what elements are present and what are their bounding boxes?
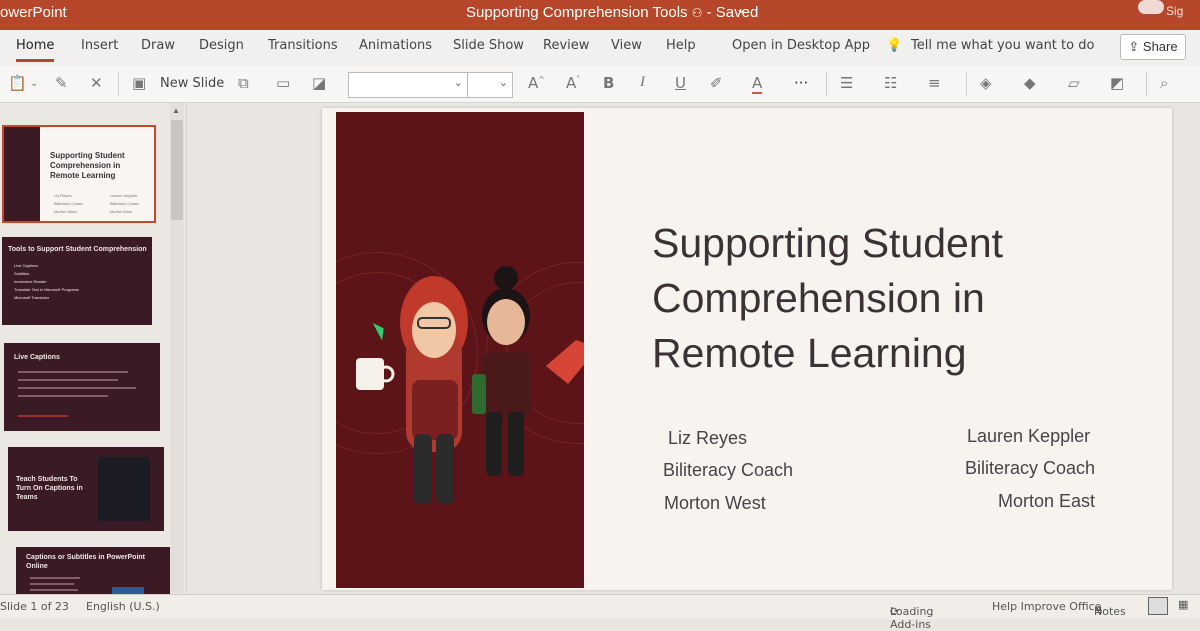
- text-line: [30, 589, 78, 591]
- font-name-select[interactable]: ⌄: [348, 72, 468, 98]
- bullets-icon[interactable]: ☰: [840, 74, 853, 92]
- thumbnail-title: Tools to Support Student Comprehension: [8, 246, 147, 253]
- thumbnail-title: Captions or Subtitles in PowerPoint Onli…: [26, 554, 146, 570]
- thumbnail-title: Supporting Student Comprehension in Remo…: [50, 151, 125, 180]
- thumbnail-image: [4, 127, 40, 221]
- underline-button[interactable]: U: [675, 74, 686, 92]
- document-title[interactable]: Supporting Comprehension Tools ⚇ - Saved: [466, 4, 758, 21]
- bold-button[interactable]: B: [603, 74, 614, 92]
- ribbon-toolbar: 📋 ⌄ ✎ ✕ ▣ New Slide ⧉ ▭ ◪ ⌄ ⌄ A^ A˅ B I …: [0, 66, 1200, 103]
- slide-thumbnail-2[interactable]: Tools to Support Student Comprehension L…: [2, 237, 152, 325]
- more-button[interactable]: ···: [794, 74, 808, 92]
- presenter-2-role[interactable]: Biliteracy Coach: [965, 458, 1095, 479]
- search-icon[interactable]: ⌕: [1160, 74, 1168, 92]
- new-slide-icon[interactable]: ▣: [132, 74, 146, 92]
- chevron-down-icon: ⌄: [498, 76, 508, 89]
- tab-help[interactable]: Help: [666, 38, 696, 53]
- open-desktop-app-button[interactable]: Open in Desktop App: [732, 38, 870, 53]
- text-line: [18, 387, 136, 389]
- paste-dropdown-icon[interactable]: ⌄: [30, 78, 38, 89]
- normal-view-icon[interactable]: [1148, 597, 1168, 615]
- align-icon[interactable]: ≡: [928, 74, 941, 92]
- tab-insert[interactable]: Insert: [81, 38, 118, 53]
- tab-home[interactable]: Home: [16, 38, 55, 62]
- tab-transitions[interactable]: Transitions: [268, 38, 338, 53]
- shape-effects-icon[interactable]: ◩: [1110, 74, 1124, 92]
- highlight-icon[interactable]: ✐: [710, 74, 723, 92]
- help-improve-office-link[interactable]: Help Improve Office: [992, 600, 1101, 613]
- tell-me-search[interactable]: Tell me what you want to do: [911, 38, 1094, 53]
- divider: [966, 72, 967, 96]
- delete-icon[interactable]: ✕: [90, 74, 103, 92]
- slide-canvas[interactable]: Supporting Student Comprehension in Remo…: [322, 108, 1172, 590]
- presenter-2-school[interactable]: Morton East: [998, 491, 1095, 512]
- slide-sorter-icon[interactable]: ▦: [1178, 598, 1188, 611]
- shape-fill-icon[interactable]: ◆: [1024, 74, 1036, 92]
- presenter-1-school[interactable]: Morton West: [664, 493, 766, 514]
- share-people-icon: ⚇: [691, 6, 703, 20]
- tab-draw[interactable]: Draw: [141, 38, 175, 53]
- presenter-2-name[interactable]: Lauren Keppler: [967, 426, 1090, 447]
- text-line: [18, 371, 128, 373]
- slide-thumbnail-pane: Supporting Student Comprehension in Remo…: [0, 103, 187, 607]
- lightbulb-icon: 💡: [886, 38, 903, 53]
- text-line: [18, 379, 118, 381]
- tab-slide-show[interactable]: Slide Show: [453, 38, 524, 53]
- layout-icon[interactable]: ⧉: [238, 74, 249, 92]
- chevron-down-icon[interactable]: ⌄: [736, 2, 746, 16]
- tab-review[interactable]: Review: [543, 38, 589, 53]
- font-color-icon[interactable]: A: [752, 74, 763, 94]
- grow-font-icon[interactable]: A^: [528, 74, 545, 92]
- section-icon[interactable]: ◪: [312, 74, 326, 92]
- slide-counter: Slide 1 of 23: [0, 600, 69, 613]
- text-line: [18, 395, 108, 397]
- presenter-1-name[interactable]: Liz Reyes: [668, 428, 747, 449]
- reset-icon[interactable]: ▭: [276, 74, 290, 92]
- slide-thumbnail-4[interactable]: Teach Students To Turn On Captions in Te…: [8, 447, 164, 531]
- link-line: [18, 415, 68, 417]
- share-icon: ⇪: [1128, 39, 1140, 54]
- divider: [118, 72, 119, 96]
- shapes-icon[interactable]: ◈: [980, 74, 992, 92]
- shrink-font-icon[interactable]: A˅: [566, 74, 580, 92]
- thumbnail-title: Teach Students To Turn On Captions in Te…: [16, 476, 83, 501]
- screenshot-image: [98, 457, 150, 521]
- slide-thumbnail-1[interactable]: Supporting Student Comprehension in Remo…: [2, 125, 156, 223]
- share-button[interactable]: ⇪ Share: [1120, 34, 1186, 60]
- ribbon-tabs: Home Insert Draw Design Transitions Anim…: [0, 30, 1200, 66]
- slide-thumbnail-3[interactable]: Live Captions: [4, 343, 160, 431]
- title-bar: owerPoint Supporting Comprehension Tools…: [0, 0, 1200, 30]
- text-line: [30, 583, 74, 585]
- language-indicator[interactable]: English (U.S.): [86, 600, 160, 613]
- font-size-select[interactable]: ⌄: [467, 72, 513, 98]
- tab-animations[interactable]: Animations: [359, 38, 432, 53]
- paste-icon[interactable]: 📋: [8, 74, 27, 92]
- italic-button[interactable]: I: [640, 74, 645, 91]
- scroll-up-icon[interactable]: ▲: [172, 106, 180, 115]
- divider: [1146, 72, 1147, 96]
- chevron-down-icon: ⌄: [453, 76, 463, 89]
- divider: [826, 72, 827, 96]
- tab-design[interactable]: Design: [199, 38, 244, 53]
- format-painter-icon[interactable]: ✎: [55, 74, 68, 92]
- scrollbar-thumb[interactable]: [171, 120, 183, 220]
- title-image-panel: [336, 112, 584, 588]
- tab-view[interactable]: View: [611, 38, 642, 53]
- status-bar: Slide 1 of 23 English (U.S.) ⟳ Loading A…: [0, 594, 1200, 631]
- thumbnail-title: Live Captions: [14, 354, 60, 361]
- new-slide-button[interactable]: New Slide: [160, 76, 224, 91]
- shape-outline-icon[interactable]: ▱: [1068, 74, 1080, 92]
- bitmoji-illustration: [356, 266, 584, 504]
- numbering-icon[interactable]: ☷: [884, 74, 897, 92]
- app-name: owerPoint: [0, 4, 67, 21]
- sign-in-link[interactable]: Sig: [1166, 4, 1183, 18]
- presenter-1-role[interactable]: Biliteracy Coach: [663, 460, 793, 481]
- text-line: [30, 577, 80, 579]
- slide-title[interactable]: Supporting Student Comprehension in Remo…: [652, 216, 1132, 381]
- toggle-switch[interactable]: [1138, 0, 1164, 14]
